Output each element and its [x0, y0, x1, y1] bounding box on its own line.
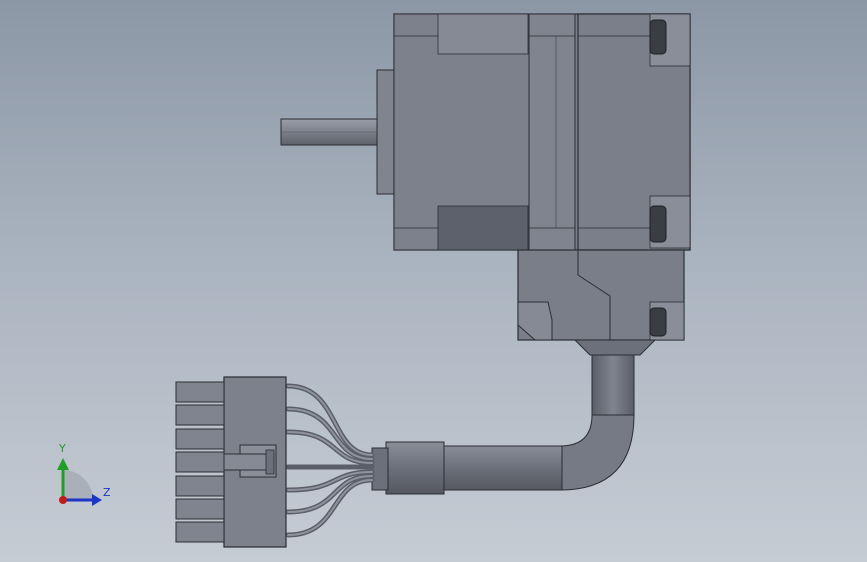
cable-junction-box[interactable] [517, 249, 685, 356]
graphics-viewport[interactable]: Y Z [0, 0, 867, 562]
triad-quarter-disc [63, 470, 93, 500]
motor-cable[interactable] [371, 354, 635, 495]
motor-body[interactable] [393, 13, 691, 251]
motor-model[interactable] [0, 0, 867, 562]
view-triad[interactable] [57, 458, 102, 506]
triad-z-label: Z [103, 486, 111, 499]
triad-y-label: Y [59, 442, 66, 455]
connector-pins [175, 381, 225, 543]
x-axis-dot [59, 496, 67, 504]
shaft[interactable] [280, 69, 395, 195]
